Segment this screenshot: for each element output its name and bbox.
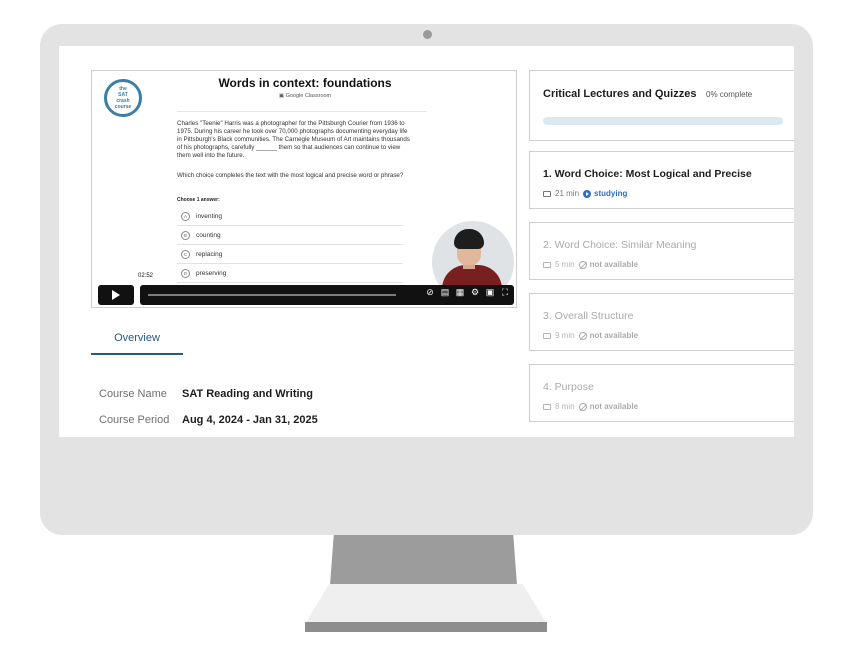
monitor-stand-base [305, 584, 547, 624]
question-prompt: Which choice completes the text with the… [177, 172, 404, 179]
answer-option-b: B counting [177, 227, 403, 245]
logo-line: course [114, 104, 132, 110]
video-player[interactable]: the SAT crash course Words in context: f… [91, 70, 517, 308]
option-text: preserving [196, 270, 227, 277]
play-icon [112, 290, 120, 300]
course-name-row: Course Name SAT Reading and Writing [99, 388, 313, 400]
play-circle-icon [583, 189, 592, 198]
course-period-row: Course Period Aug 4, 2024 - Jan 31, 2025 [99, 414, 318, 426]
desktop-mockup: the SAT crash course Words in context: f… [0, 0, 848, 650]
lesson-title: 2. Word Choice: Similar Meaning [543, 239, 697, 251]
lecture-list-header: Critical Lectures and Quizzes 0% complet… [529, 70, 794, 141]
course-name-value: SAT Reading and Writing [182, 388, 313, 400]
captions-icon[interactable]: ▤ [440, 287, 450, 298]
lesson-duration: 21 min [555, 189, 580, 198]
option-text: inventing [196, 213, 223, 220]
seek-bar[interactable] [148, 294, 396, 296]
lesson-title: 3. Overall Structure [543, 310, 634, 322]
mute-icon[interactable]: ⊘ [425, 287, 435, 298]
presenter-hair [454, 229, 484, 249]
answer-option-a: A inventing [177, 208, 403, 226]
control-bar: ⊘ ▤ ▦ ⚙ ▣ ⛶ [140, 285, 514, 305]
lesson-status: not available [578, 260, 639, 269]
google-classroom-label: ▣ Google Classroom [278, 93, 332, 99]
lesson-card-3: 3. Overall Structure 9 min not available [529, 293, 794, 351]
status-text: studying [594, 189, 628, 198]
lesson-card-2: 2. Word Choice: Similar Meaning 5 min no… [529, 222, 794, 280]
choose-label: Choose 1 answer: [177, 197, 220, 203]
video-icon [543, 332, 551, 339]
video-controls: ⊘ ▤ ▦ ⚙ ▣ ⛶ 02:52 [92, 273, 516, 307]
video-icon [543, 190, 551, 197]
lesson-duration: 9 min [555, 331, 575, 340]
completion-percent: 0% complete [706, 90, 753, 99]
current-time: 02:52 [137, 273, 155, 279]
option-letter: A [181, 212, 190, 221]
video-icon [543, 403, 551, 410]
lesson-meta: 8 min not available [543, 402, 638, 411]
not-available-icon [578, 402, 587, 411]
course-name-label: Course Name [99, 388, 167, 400]
lesson-duration: 5 min [555, 260, 575, 269]
lesson-title: 4. Purpose [543, 381, 594, 393]
course-period-value: Aug 4, 2024 - Jan 31, 2025 [182, 414, 318, 426]
lesson-card-1[interactable]: 1. Word Choice: Most Logical and Precise… [529, 151, 794, 209]
tab-overview[interactable]: Overview [91, 332, 183, 355]
option-letter: C [181, 250, 190, 259]
lesson-meta: 9 min not available [543, 331, 638, 340]
lecture-list-title: Critical Lectures and Quizzes [543, 88, 697, 100]
webcam [423, 30, 432, 39]
lesson-duration: 8 min [555, 402, 575, 411]
course-period-label: Course Period [99, 414, 170, 426]
lesson-meta: 21 min studying [543, 189, 627, 198]
option-letter: B [181, 231, 190, 240]
play-button[interactable] [98, 285, 134, 305]
lesson-status: not available [578, 402, 639, 411]
status-text: not available [589, 260, 639, 269]
lesson-title: 1. Word Choice: Most Logical and Precise [543, 168, 752, 180]
not-available-icon [578, 331, 587, 340]
screen: the SAT crash course Words in context: f… [59, 46, 794, 437]
video-icon [543, 261, 551, 268]
lesson-card-4: 4. Purpose 8 min not available [529, 364, 794, 422]
not-available-icon [578, 260, 587, 269]
monitor-stand-foot [305, 622, 547, 632]
status-text: not available [589, 402, 639, 411]
answer-option-c: C replacing [177, 246, 403, 264]
option-letter: D [181, 269, 190, 278]
fullscreen-icon[interactable]: ⛶ [500, 287, 510, 298]
monitor-stand-neck [330, 535, 517, 585]
lesson-meta: 5 min not available [543, 260, 638, 269]
lesson-status: not available [578, 331, 639, 340]
progress-bar [543, 117, 783, 125]
status-text: not available [589, 331, 639, 340]
option-text: counting [196, 232, 221, 239]
transcript-icon[interactable]: ▦ [455, 287, 465, 298]
question-passage: Charles "Teenie" Harris was a photograph… [177, 120, 410, 159]
settings-gear-icon[interactable]: ⚙ [470, 287, 480, 298]
player-icon-group: ⊘ ▤ ▦ ⚙ ▣ ⛶ [425, 287, 510, 298]
slide-divider [177, 111, 427, 112]
miniplayer-icon[interactable]: ▣ [485, 287, 495, 298]
classroom-text: Google Classroom [285, 93, 332, 99]
monitor-frame: the SAT crash course Words in context: f… [40, 24, 813, 535]
video-slide-title: Words in context: foundations [218, 76, 392, 90]
lesson-status: studying [583, 189, 627, 198]
option-text: replacing [196, 251, 223, 258]
